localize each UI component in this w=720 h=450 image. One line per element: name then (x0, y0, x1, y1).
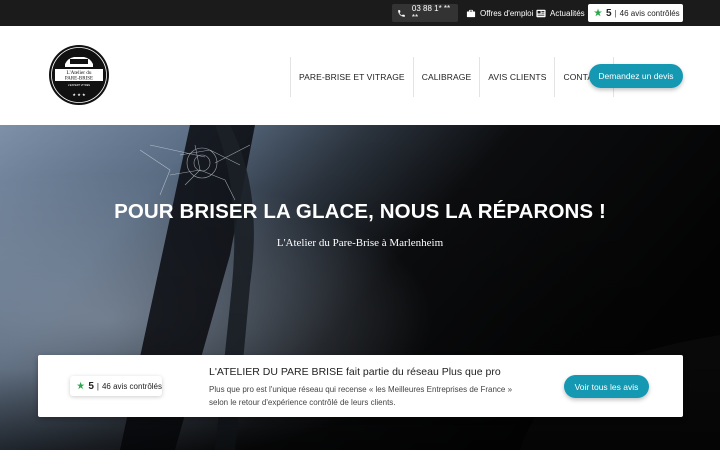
nav-item-windshield[interactable]: PARE-BRISE ET VITRAGE (290, 57, 413, 97)
review-rating-score: 5 (88, 380, 94, 392)
phone-number: 03 88 1* ** ** (411, 4, 451, 22)
review-rating-separator: | (96, 381, 99, 391)
plus-que-pro-icon (594, 8, 602, 17)
jobs-link[interactable]: Offres d'emploi (466, 4, 533, 22)
news-label: Actualités (550, 8, 585, 18)
top-bar: 03 88 1* ** ** Offres d'emploi Actualité… (0, 0, 720, 26)
rating-count: 46 avis contrôlés (619, 8, 680, 18)
hero-title: POUR BRISER LA GLACE, NOUS LA RÉPARONS ! (114, 200, 606, 223)
review-card: 5 | 46 avis contrôlés L'ATELIER DU PARE … (38, 355, 683, 417)
hero-subtitle: L'Atelier du Pare-Brise à Marlenheim (276, 237, 444, 249)
review-card-title: L'ATELIER DU PARE BRISE fait partie du r… (209, 366, 501, 378)
review-card-description: Plus que pro est l'unique réseau qui rec… (209, 385, 513, 407)
newspaper-icon (536, 9, 546, 17)
site-header: L'Atelier du PARE-BRISE L'EXPERT VITRES … (0, 26, 720, 125)
rating-badge[interactable]: 5 | 46 avis contrôlés (588, 4, 683, 22)
review-rating-badge[interactable]: 5 | 46 avis contrôlés (70, 376, 162, 396)
site-logo[interactable]: L'Atelier du PARE-BRISE L'EXPERT VITRES … (48, 44, 110, 106)
briefcase-icon (466, 9, 476, 17)
news-link[interactable]: Actualités (536, 4, 585, 22)
review-rating-count: 46 avis contrôlés (101, 381, 162, 391)
see-all-reviews-button[interactable]: Voir tous les avis (564, 375, 649, 398)
main-nav: PARE-BRISE ET VITRAGE CALIBRAGE AVIS CLI… (290, 57, 614, 97)
jobs-label: Offres d'emploi (480, 8, 534, 18)
logo-text-line1: L'Atelier du (67, 70, 92, 76)
plus-que-pro-icon (76, 381, 85, 390)
logo-stars: ★ ★ ★ (72, 92, 86, 97)
rating-separator: | (614, 8, 617, 18)
logo-tagline: L'EXPERT VITRES (68, 83, 91, 87)
nav-item-calibration[interactable]: CALIBRAGE (412, 57, 480, 97)
rating-score: 5 (606, 7, 612, 19)
phone-link[interactable]: 03 88 1* ** ** (392, 4, 458, 22)
phone-icon (398, 9, 405, 17)
request-quote-button[interactable]: Demandez un devis (589, 64, 683, 88)
logo-text-line2: PARE-BRISE (65, 77, 93, 82)
nav-item-reviews[interactable]: AVIS CLIENTS (479, 57, 554, 97)
